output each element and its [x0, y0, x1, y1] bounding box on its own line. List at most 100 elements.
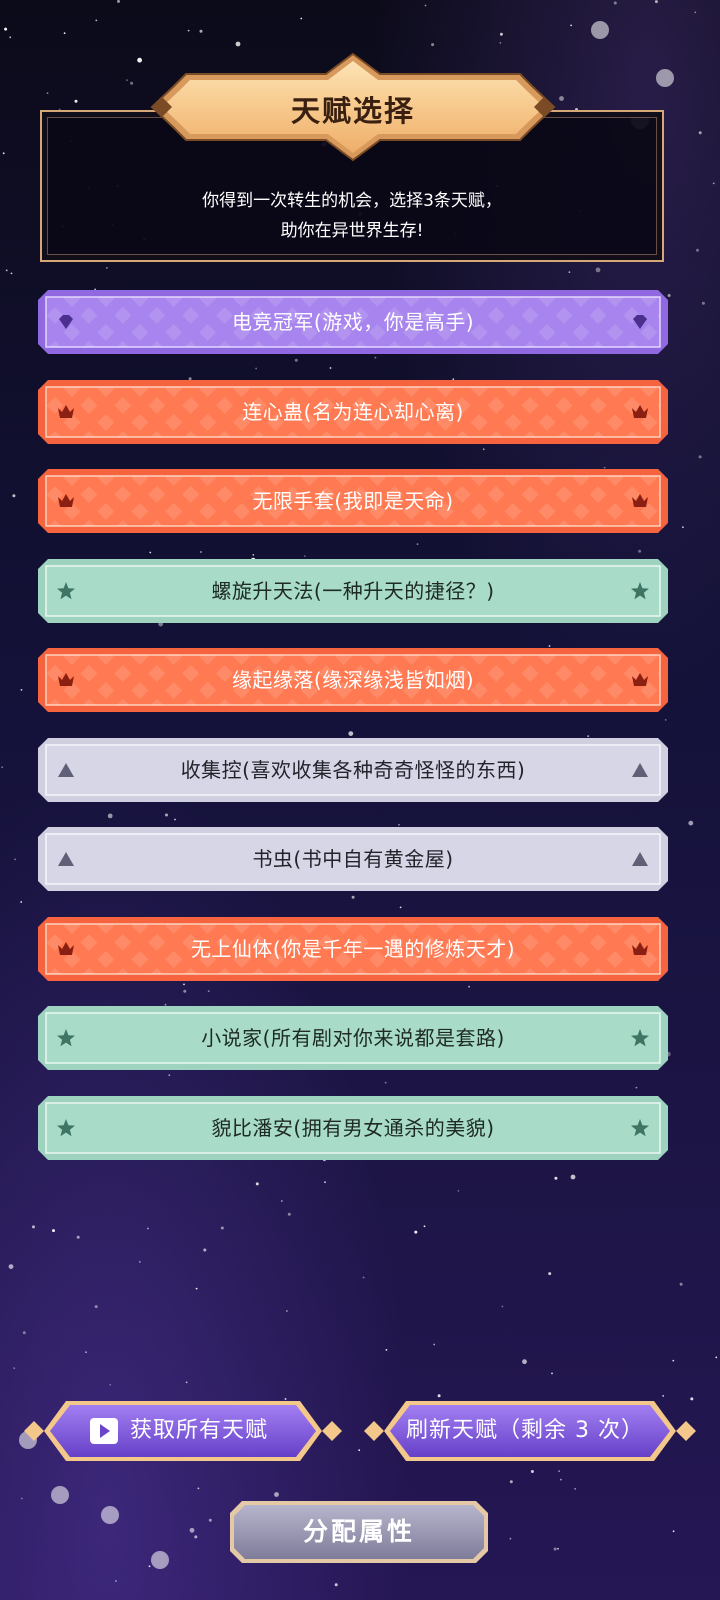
glow-star [51, 1486, 69, 1504]
star [559, 96, 564, 101]
star [185, 1381, 188, 1384]
talent-label: 缘起缘落(缘深缘浅皆如烟) [231, 668, 475, 692]
star [499, 42, 502, 44]
play-video-icon [90, 1418, 118, 1444]
talent-option[interactable]: 缘起缘落(缘深缘浅皆如烟) [38, 648, 668, 712]
diamond-icon [364, 1421, 384, 1441]
star [12, 494, 16, 498]
star [2, 152, 5, 155]
star [300, 17, 303, 20]
star [130, 81, 134, 85]
talent-option[interactable]: 无上仙体(你是千年一遇的修炼天才) [38, 916, 668, 981]
assign-attributes-button[interactable]: 分配属性 [228, 1499, 490, 1565]
star [274, 1492, 279, 1497]
star [570, 24, 572, 27]
talent-label: 书虫(书中自有黄金屋) [252, 847, 454, 871]
assign-attributes-label: 分配属性 [302, 1517, 415, 1546]
star [558, 1470, 560, 1472]
star [189, 1527, 195, 1533]
star [698, 455, 702, 459]
star [22, 1331, 26, 1335]
star [414, 1230, 418, 1234]
star [509, 1537, 512, 1540]
talent-label: 连心蛊(名为连心却心离) [242, 399, 464, 424]
star [14, 858, 16, 861]
talent-label: 收集控(喜欢收集各种奇奇怪怪的东西) [180, 757, 526, 782]
intro-line-2: 助你在异世界生存! [280, 221, 424, 241]
refresh-talents-label: 刷新天赋（剩余 3 次） [406, 1418, 644, 1443]
star [499, 32, 503, 36]
star [574, 1488, 576, 1490]
star [509, 1480, 513, 1484]
glow-star [151, 1551, 169, 1569]
get-all-talents-label: 获取所有天赋 [130, 1418, 269, 1443]
talent-option[interactable]: 螺旋升天法(一种升天的捷径？) [38, 558, 668, 623]
star [195, 1287, 198, 1290]
star [715, 1356, 718, 1359]
star [148, 1565, 151, 1568]
talent-option[interactable]: 书虫(书中自有黄金屋) [38, 827, 668, 891]
talent-option[interactable]: 貌比潘安(拥有男女通杀的美貌) [38, 1095, 668, 1160]
star [530, 1470, 534, 1473]
star [46, 92, 49, 94]
star [199, 29, 203, 33]
star [568, 271, 571, 273]
talent-option[interactable]: 电竞冠军(游戏，你是高手) [38, 290, 668, 354]
star [32, 1225, 35, 1229]
talent-option[interactable]: 小说家(所有剧对你来说都是套路) [38, 1006, 668, 1070]
star [8, 1264, 14, 1269]
star [654, 0, 658, 4]
intro-line-1: 你得到一次转生的机会，选择3条天赋， [202, 191, 502, 211]
star [1, 766, 4, 769]
star [358, 1449, 361, 1452]
talent-option[interactable]: 无限手套(我即是天命) [38, 469, 668, 533]
star [147, 1227, 149, 1230]
star [553, 1547, 557, 1551]
star [109, 1383, 112, 1386]
page-title: 天赋选择 [290, 94, 415, 128]
star [52, 1229, 55, 1233]
glow-star [101, 1506, 119, 1524]
title-banner: 天赋选择 [148, 52, 558, 162]
star [5, 269, 8, 272]
talent-option[interactable]: 连心蛊(名为连心却心离) [38, 379, 668, 444]
talent-label: 貌比潘安(拥有男女通杀的美貌) [211, 1115, 495, 1140]
refresh-talents-button[interactable]: 刷新天赋（剩余 3 次） [362, 1398, 698, 1464]
star [424, 4, 427, 7]
diamond-icon [322, 1421, 342, 1441]
star [94, 1305, 98, 1309]
get-all-talents-button[interactable]: 获取所有天赋 [22, 1398, 344, 1464]
star [203, 1248, 207, 1252]
star [557, 1547, 559, 1550]
star [679, 1282, 683, 1286]
star [334, 1583, 338, 1587]
glow-star [591, 21, 609, 39]
star [423, 1225, 426, 1228]
star [433, 1343, 436, 1346]
star [115, 1580, 117, 1582]
star [20, 1497, 23, 1500]
star [85, 1351, 87, 1354]
talent-label: 电竞冠军(游戏，你是高手) [231, 310, 475, 334]
star [9, 36, 12, 39]
star [701, 301, 705, 305]
talent-list: 电竞冠军(游戏，你是高手) 连心蛊(名为连心却心离) 无限手套(我即是天命) 螺旋升天… [38, 290, 668, 1185]
star [208, 1518, 212, 1522]
star [287, 1212, 291, 1216]
diamond-icon [676, 1421, 696, 1441]
star [95, 19, 98, 22]
star [672, 1530, 675, 1533]
star [457, 1190, 460, 1192]
star [20, 901, 23, 903]
talent-option[interactable]: 收集控(喜欢收集各种奇奇怪怪的东西) [38, 737, 668, 802]
star [74, 99, 78, 103]
star [138, 1261, 141, 1263]
star [117, 0, 120, 3]
talent-label: 无上仙体(你是千年一遇的修炼天才) [190, 936, 516, 961]
diamond-icon [24, 1421, 44, 1441]
star [76, 1235, 80, 1239]
talent-label: 无限手套(我即是天命) [252, 489, 454, 513]
star [20, 689, 23, 691]
star [106, 267, 108, 269]
star [187, 29, 190, 32]
